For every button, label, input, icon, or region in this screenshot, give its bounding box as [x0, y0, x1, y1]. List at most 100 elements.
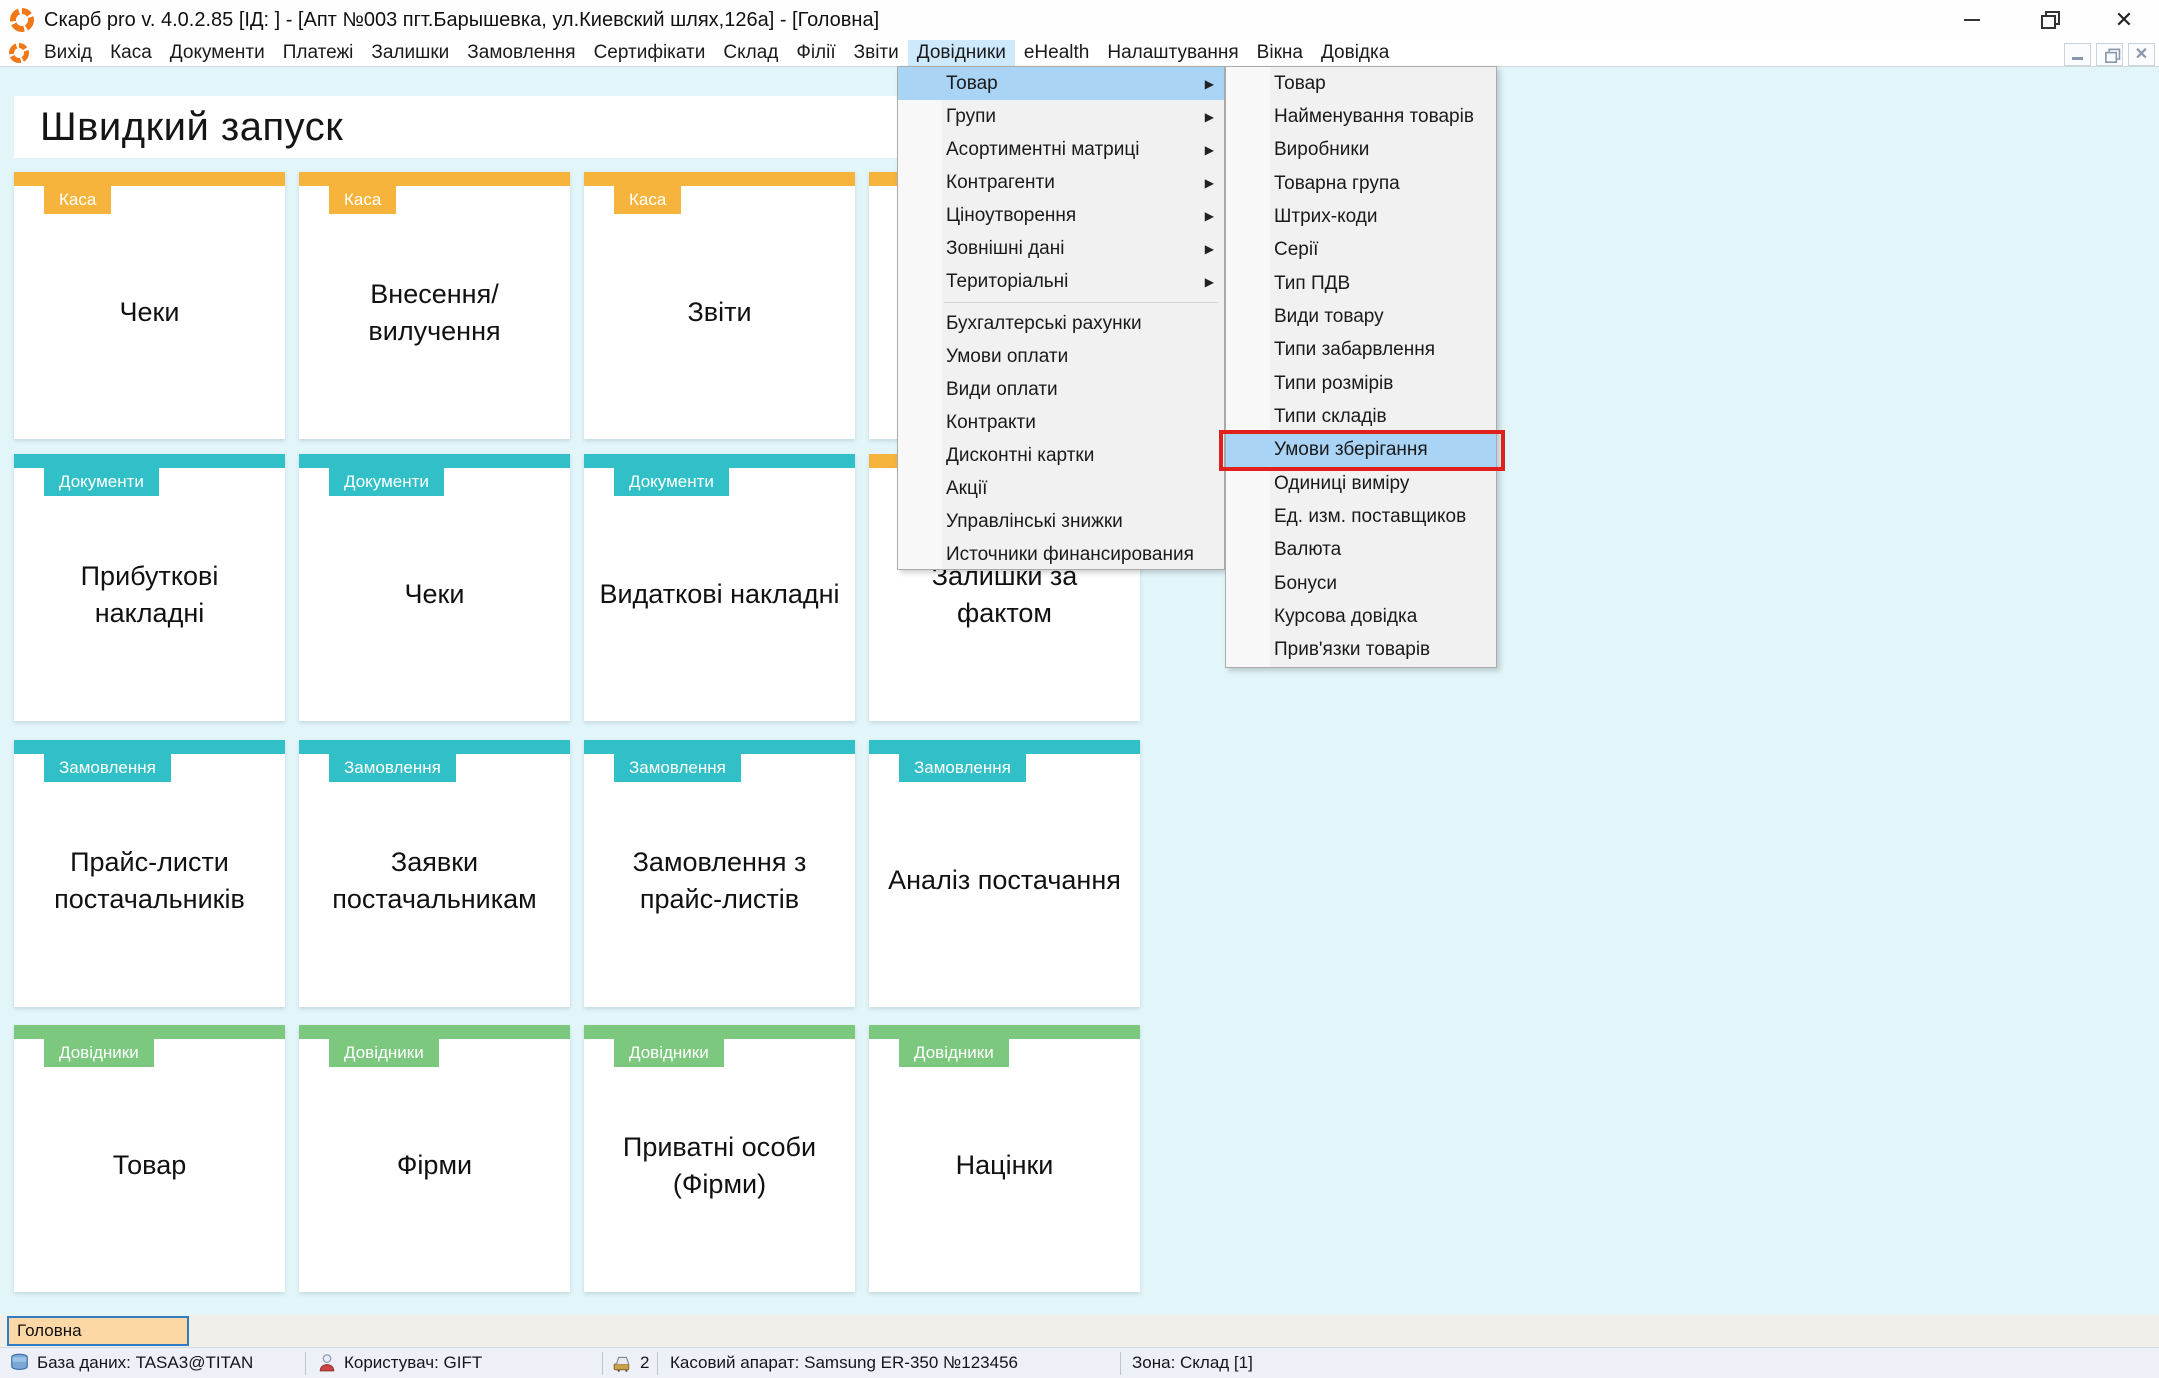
- status-separator: [1120, 1352, 1121, 1375]
- launch-tile[interactable]: ДовідникиПриватні особи (Фірми): [584, 1025, 855, 1292]
- tile-label: Аналіз постачання: [869, 754, 1140, 1007]
- menu-item-асортиментні-матриці[interactable]: Асортиментні матриці▶: [898, 133, 1224, 166]
- menubar-item-вихід[interactable]: Вихід: [35, 40, 101, 66]
- restore-button[interactable]: [2033, 5, 2063, 35]
- menubar-item-замовлення[interactable]: Замовлення: [458, 40, 584, 66]
- app-logo-icon: [10, 8, 34, 32]
- submenu-item-бонуси[interactable]: Бонуси: [1226, 567, 1496, 600]
- mdi-close-button[interactable]: ✕: [2128, 43, 2155, 66]
- menu-bar: ВихідКасаДокументиПлатежіЗалишкиЗамовлен…: [0, 40, 2159, 67]
- menubar-item-склад[interactable]: Склад: [714, 40, 787, 66]
- menu-item-контрагенти[interactable]: Контрагенти▶: [898, 166, 1224, 199]
- tile-category-bar: [14, 454, 285, 468]
- tile-label: Видаткові накладні: [584, 468, 855, 721]
- menubar-item-сертифікати[interactable]: Сертифікати: [585, 40, 715, 66]
- mdi-restore-button[interactable]: [2096, 43, 2123, 66]
- launch-tile[interactable]: ЗамовленняАналіз постачання: [869, 740, 1140, 1007]
- tile-label: Внесення/вилучення: [299, 186, 570, 439]
- launch-tile[interactable]: КасаЧеки: [14, 172, 285, 439]
- menubar-item-довідники[interactable]: Довідники: [908, 40, 1015, 66]
- launch-tile[interactable]: КасаЗвіти: [584, 172, 855, 439]
- submenu-item-виробники[interactable]: Виробники: [1226, 134, 1496, 167]
- submenu-item-валюта[interactable]: Валюта: [1226, 534, 1496, 567]
- submenu-item-умови-зберігання[interactable]: Умови зберігання: [1226, 434, 1496, 467]
- submenu-item-серії[interactable]: Серії: [1226, 234, 1496, 267]
- menubar-item-довідка[interactable]: Довідка: [1312, 40, 1398, 66]
- menubar-item-каса[interactable]: Каса: [101, 40, 161, 66]
- submenu-item-найменування-товарів[interactable]: Найменування товарів: [1226, 100, 1496, 133]
- menu-item-групи[interactable]: Групи▶: [898, 100, 1224, 133]
- launch-tile[interactable]: ДовідникиТовар: [14, 1025, 285, 1292]
- tile-category-bar: [869, 740, 1140, 754]
- menubar-item-документи[interactable]: Документи: [161, 40, 274, 66]
- minimize-button[interactable]: [1957, 5, 1987, 35]
- status-text: Касовий апарат: Samsung ER-350 №123456: [670, 1353, 1018, 1373]
- submenu-item-товар[interactable]: Товар: [1226, 67, 1496, 100]
- tile-label: Фірми: [299, 1039, 570, 1292]
- status-segment: Касовий апарат: Samsung ER-350 №123456: [670, 1348, 1018, 1378]
- menu-separator: [898, 298, 1224, 307]
- status-text: 2: [640, 1353, 649, 1373]
- restore-icon: [2105, 51, 2114, 59]
- menu-item-ціноутворення[interactable]: Ціноутворення▶: [898, 199, 1224, 232]
- submenu-item-типи-розмірів[interactable]: Типи розмірів: [1226, 367, 1496, 400]
- menu-item-дисконтні-картки[interactable]: Дисконтні картки: [898, 439, 1224, 472]
- launch-tile[interactable]: ДокументиПрибуткові накладні: [14, 454, 285, 721]
- launch-tile[interactable]: ДокументиВидаткові накладні: [584, 454, 855, 721]
- launch-tile[interactable]: КасаВнесення/вилучення: [299, 172, 570, 439]
- menu-item-умови-оплати[interactable]: Умови оплати: [898, 340, 1224, 373]
- user-icon: [318, 1353, 336, 1373]
- menubar-item-залишки[interactable]: Залишки: [362, 40, 458, 66]
- submenu-item-види-товару[interactable]: Види товару: [1226, 300, 1496, 333]
- submenu-arrow-icon: ▶: [1205, 110, 1214, 124]
- tile-category-bar: [584, 172, 855, 186]
- launch-tile[interactable]: ДокументиЧеки: [299, 454, 570, 721]
- submenu-item-типи-складів[interactable]: Типи складів: [1226, 400, 1496, 433]
- submenu-arrow-icon: ▶: [1205, 242, 1214, 256]
- menu-item-зовнішні-дані[interactable]: Зовнішні дані▶: [898, 232, 1224, 265]
- submenu-item-одиниці-виміру[interactable]: Одиниці виміру: [1226, 467, 1496, 500]
- tab-головна[interactable]: Головна: [7, 1316, 189, 1346]
- launch-tile[interactable]: ЗамовленняПрайс-листи постачальників: [14, 740, 285, 1007]
- menubar-item-платежі[interactable]: Платежі: [274, 40, 363, 66]
- close-icon: ✕: [2115, 9, 2133, 31]
- page-title: Швидкий запуск: [40, 105, 343, 150]
- menu-item-источники-финансирования[interactable]: Источники финансирования: [898, 538, 1224, 571]
- launch-tile[interactable]: ДовідникиФірми: [299, 1025, 570, 1292]
- window-title: Скарб pro v. 4.0.2.85 [ІД: ] - [Апт №003…: [44, 9, 879, 32]
- menubar-item-звіти[interactable]: Звіти: [845, 40, 908, 66]
- status-separator: [657, 1352, 658, 1375]
- submenu-item-штрих-коди[interactable]: Штрих-коди: [1226, 200, 1496, 233]
- launch-tile[interactable]: ЗамовленняЗамовлення з прайс-листів: [584, 740, 855, 1007]
- submenu-item-ед.-изм.-поставщиков[interactable]: Ед. изм. поставщиков: [1226, 500, 1496, 533]
- submenu-item-типи-забарвлення[interactable]: Типи забарвлення: [1226, 334, 1496, 367]
- database-icon: [10, 1353, 29, 1373]
- submenu-item-товарна-група[interactable]: Товарна група: [1226, 167, 1496, 200]
- launch-tile[interactable]: ЗамовленняЗаявки постачальникам: [299, 740, 570, 1007]
- submenu-item-тип-пдв[interactable]: Тип ПДВ: [1226, 267, 1496, 300]
- menubar-item-вікна[interactable]: Вікна: [1248, 40, 1312, 66]
- menu-item-акції[interactable]: Акції: [898, 472, 1224, 505]
- cart-icon: [612, 1354, 632, 1372]
- menu-item-види-оплати[interactable]: Види оплати: [898, 373, 1224, 406]
- minimize-icon: [2072, 57, 2083, 60]
- tile-category-bar: [299, 740, 570, 754]
- menu-item-товар[interactable]: Товар▶: [898, 67, 1224, 100]
- tile-category-bar: [299, 1025, 570, 1039]
- menubar-item-ehealth[interactable]: eHealth: [1015, 40, 1099, 66]
- menubar-item-філії[interactable]: Філії: [787, 40, 844, 66]
- mdi-minimize-button[interactable]: [2064, 43, 2091, 66]
- menu-item-бухгалтерські-рахунки[interactable]: Бухгалтерські рахунки: [898, 307, 1224, 340]
- launch-tile[interactable]: ДовідникиНацінки: [869, 1025, 1140, 1292]
- menu-item-територіальні[interactable]: Територіальні▶: [898, 265, 1224, 298]
- menu-item-контракти[interactable]: Контракти: [898, 406, 1224, 439]
- close-button[interactable]: ✕: [2109, 5, 2139, 35]
- tile-label: Чеки: [299, 468, 570, 721]
- status-text: Користувач: GIFT: [344, 1353, 482, 1373]
- menubar-item-налаштування[interactable]: Налаштування: [1098, 40, 1247, 66]
- minimize-icon: [1964, 19, 1980, 21]
- status-segment: Користувач: GIFT: [318, 1348, 482, 1378]
- submenu-item-прив'язки-товарів[interactable]: Прив'язки товарів: [1226, 634, 1496, 667]
- submenu-item-курсова-довідка[interactable]: Курсова довідка: [1226, 600, 1496, 633]
- menu-item-управлінські-знижки[interactable]: Управлінські знижки: [898, 505, 1224, 538]
